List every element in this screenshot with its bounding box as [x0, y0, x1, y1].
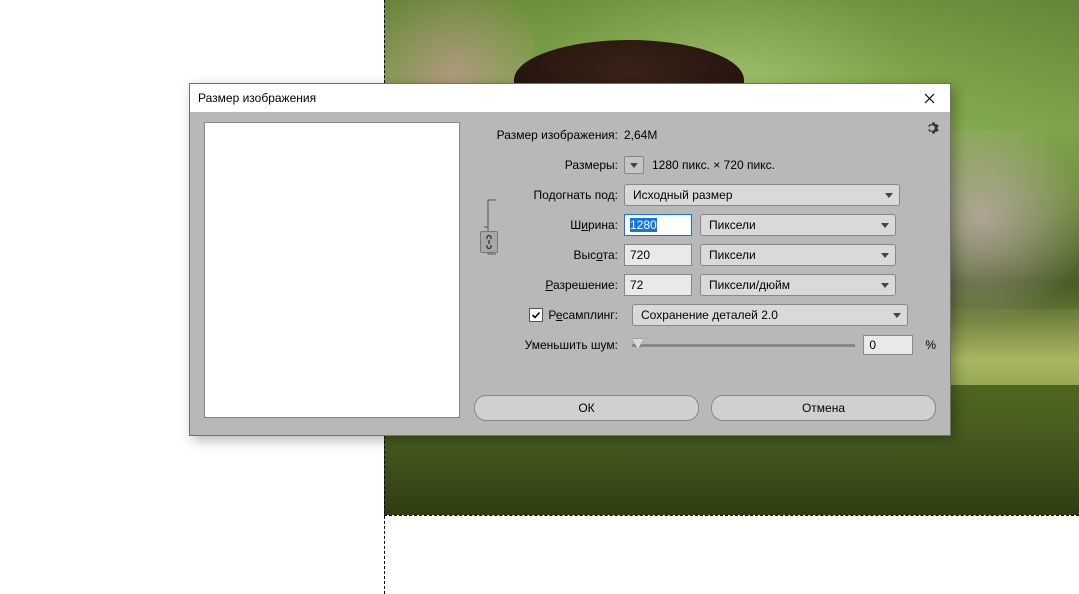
chevron-down-icon: [885, 193, 893, 198]
width-unit-select[interactable]: Пиксели: [700, 214, 896, 236]
percent-label: %: [925, 338, 936, 352]
resample-checkbox[interactable]: [529, 308, 543, 322]
dimensions-value: 1280 пикс. × 720 пикс.: [652, 158, 775, 172]
resample-method-select[interactable]: Сохранение деталей 2.0: [632, 304, 908, 326]
image-size-dialog: Размер изображения Размер изображения: 2…: [189, 83, 951, 436]
ok-button[interactable]: ОК: [474, 395, 699, 421]
cancel-button[interactable]: Отмена: [711, 395, 936, 421]
reduce-noise-label: Уменьшить шум:: [474, 338, 624, 352]
selection-marquee-horizontal: [384, 515, 1079, 516]
check-icon: [531, 310, 541, 320]
chevron-down-icon: [630, 163, 638, 168]
titlebar[interactable]: Размер изображения: [190, 84, 950, 112]
preview-area: [204, 122, 460, 418]
fit-to-value: Исходный размер: [633, 188, 733, 202]
reduce-noise-slider[interactable]: [632, 344, 855, 347]
fit-to-select[interactable]: Исходный размер: [624, 184, 900, 206]
chevron-down-icon: [881, 253, 889, 258]
close-button[interactable]: [908, 84, 950, 112]
resample-label-wrap: Ресамплинг:: [474, 308, 624, 322]
resample-method-value: Сохранение деталей 2.0: [641, 308, 778, 322]
fit-to-label: Подогнать под:: [474, 188, 624, 202]
chevron-down-icon: [881, 283, 889, 288]
width-unit-value: Пиксели: [709, 218, 756, 232]
gear-icon: [925, 121, 939, 135]
dialog-title: Размер изображения: [198, 91, 316, 105]
width-input[interactable]: [624, 214, 692, 236]
constrain-proportions-toggle[interactable]: [480, 231, 498, 253]
image-size-value: 2,64M: [624, 128, 657, 142]
height-input[interactable]: [624, 244, 692, 266]
height-unit-select[interactable]: Пиксели: [700, 244, 896, 266]
reduce-noise-input[interactable]: [863, 335, 913, 355]
dimensions-label: Размеры:: [474, 158, 624, 172]
width-label: Ширина:: [504, 218, 624, 232]
chevron-down-icon: [881, 223, 889, 228]
resolution-input[interactable]: [624, 274, 692, 296]
resolution-label: Разрешение:: [474, 278, 624, 292]
image-size-label: Размер изображения:: [474, 128, 624, 142]
resample-label: Ресамплинг:: [548, 308, 618, 322]
resolution-unit-select[interactable]: Пиксели/дюйм: [700, 274, 896, 296]
chevron-down-icon: [893, 313, 901, 318]
height-unit-value: Пиксели: [709, 248, 756, 262]
height-label: Высота:: [504, 248, 624, 262]
dimensions-dropdown-button[interactable]: [624, 156, 644, 174]
close-icon: [924, 93, 935, 104]
slider-thumb[interactable]: [632, 339, 644, 349]
link-icon: [485, 235, 493, 249]
resolution-unit-value: Пиксели/дюйм: [709, 278, 790, 292]
settings-gear-button[interactable]: [925, 121, 939, 138]
